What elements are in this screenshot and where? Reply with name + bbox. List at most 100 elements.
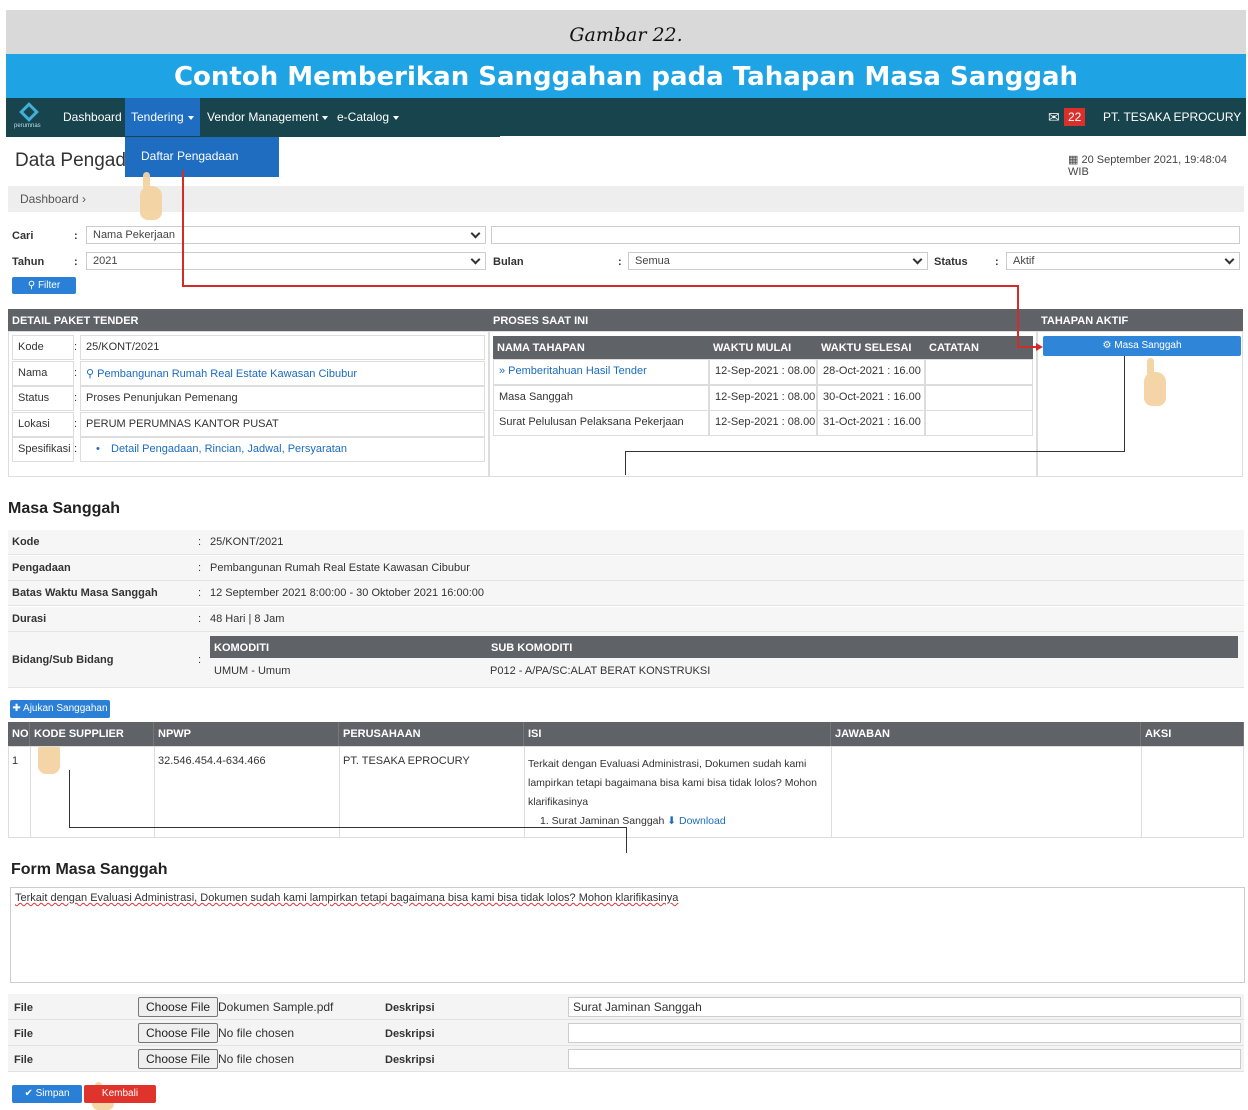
simpan-label: Simpan: [35, 1088, 70, 1099]
masa-value: Pembangunan Rumah Real Estate Kawasan Ci…: [210, 561, 470, 574]
colon: :: [198, 536, 202, 548]
tahun-select-value: 2021: [93, 255, 118, 267]
arrow-head-icon: [1036, 343, 1043, 351]
plus-icon: ✚: [12, 703, 24, 714]
detail-value[interactable]: • Detail Pengadaan, Rincian, Jadwal, Pers…: [80, 437, 485, 462]
masa-sanggah-row: Durasi:48 Hari | 8 Jam: [8, 606, 1244, 632]
file-label: File: [14, 1002, 33, 1014]
isi-line: Terkait dengan Evaluasi Administrasi, Do…: [528, 758, 807, 770]
nav-vendor-management[interactable]: Vendor Management: [207, 98, 329, 136]
user-company-menu[interactable]: PT. TESAKA EPROCURY: [1103, 98, 1241, 136]
choose-file-button[interactable]: Choose File: [138, 997, 219, 1017]
masa-sanggah-button[interactable]: ⚙ Masa Sanggah: [1043, 336, 1241, 356]
isi-line: lampirkan tetapi bagaimana bisa kami bis…: [528, 777, 817, 789]
mail-icon[interactable]: ✉: [1048, 98, 1060, 136]
top-navbar: perumnas Dashboard Tendering Vendor Mana…: [6, 98, 1246, 136]
check-icon: ✔: [24, 1088, 36, 1099]
pointer-hand-icon: [1144, 358, 1166, 406]
sanggah-col-header: KODE SUPPLIER: [30, 722, 154, 746]
textarea-value: Terkait dengan Evaluasi Administrasi, Do…: [15, 892, 679, 904]
perumnas-logo[interactable]: perumnas: [14, 102, 42, 130]
detail-value: 25/KONT/2021: [80, 335, 485, 360]
cari-text-input[interactable]: [491, 226, 1240, 244]
caret-down-icon: [393, 115, 400, 120]
search-icon: ⚲: [27, 280, 38, 291]
file-label: File: [14, 1028, 33, 1040]
colon: :: [74, 230, 78, 242]
colon: :: [198, 654, 202, 666]
nav-tendering-label: Tendering: [131, 110, 184, 124]
detail-key: Nama: [12, 360, 74, 386]
masa-key: Pengadaan: [12, 561, 71, 574]
detail-value-text: Pembangunan Rumah Real Estate Kawasan Ci…: [97, 367, 358, 380]
masa-value: 12 September 2021 8:00:00 - 30 Oktober 2…: [210, 587, 484, 599]
masa-sanggah-button-label: Masa Sanggah: [1114, 340, 1182, 351]
row-perusahaan: PT. TESAKA EPROCURY: [343, 755, 470, 767]
sanggah-col-header: ISI: [524, 722, 831, 746]
status-select[interactable]: Aktif: [1006, 252, 1240, 270]
cari-select[interactable]: Nama Pekerjaan: [86, 226, 486, 244]
proses-cell: Masa Sanggah: [493, 384, 709, 411]
simpan-button[interactable]: ✔ Simpan: [12, 1085, 82, 1103]
proses-col-header: WAKTU SELESAI: [817, 336, 925, 359]
deskripsi-label: Deskripsi: [385, 1028, 435, 1040]
nav-dashboard[interactable]: Dashboard: [63, 98, 122, 136]
proses-cell: [925, 410, 1033, 436]
nav-tendering[interactable]: Tendering: [125, 98, 200, 136]
detail-value[interactable]: ⚲ Pembangunan Rumah Real Estate Kawasan …: [80, 360, 485, 386]
file-name: No file chosen: [218, 1026, 295, 1040]
proses-cell[interactable]: » Pemberitahuan Hasil Tender: [493, 359, 709, 385]
colon: :: [618, 256, 622, 268]
sub-komoditi-header: SUB KOMODITI: [487, 636, 1238, 658]
file-name: Dokumen Sample.pdf: [218, 1000, 334, 1014]
breadcrumb[interactable]: Dashboard ›: [8, 186, 1244, 212]
sanggahan-textarea[interactable]: Terkait dengan Evaluasi Administrasi, Do…: [10, 887, 1245, 983]
status-select-value: Aktif: [1013, 255, 1035, 267]
proses-cell: 30-Oct-2021 : 16.00: [817, 384, 925, 411]
kembali-button[interactable]: Kembali: [84, 1085, 156, 1103]
tahun-select[interactable]: 2021: [86, 252, 486, 270]
colon: :: [198, 612, 202, 625]
proses-cell: [925, 384, 1033, 411]
deskripsi-input[interactable]: Surat Jaminan Sanggah: [568, 997, 1241, 1017]
nav-ecatalog[interactable]: e-Catalog: [337, 98, 400, 136]
bulan-select[interactable]: Semua: [628, 252, 928, 270]
tahapan-aktif-header: TAHAPAN AKTIF: [1037, 309, 1243, 331]
notification-badge[interactable]: 22: [1064, 108, 1086, 126]
search-icon: ⚲: [86, 367, 98, 380]
row-no: 1: [12, 755, 19, 767]
colon: :: [198, 587, 202, 599]
connector-line: [626, 827, 627, 853]
connector-line: [625, 451, 1125, 452]
deskripsi-input[interactable]: [568, 1049, 1241, 1069]
file-name: No file chosen: [218, 1052, 295, 1066]
detail-value-text: Proses Penunjukan Pemenang: [86, 392, 238, 404]
status-label: Status: [934, 256, 968, 268]
download-link[interactable]: ⬇ Download: [667, 815, 725, 827]
isi-line: klarifikasinya: [528, 796, 589, 808]
komoditi-header: KOMODITI: [210, 636, 487, 658]
proses-col-header: WAKTU MULAI: [709, 336, 817, 359]
masa-sanggah-row: Kode:25/KONT/2021: [8, 530, 1244, 555]
datetime-text: 20 September 2021, 19:48:04 WIB: [1068, 154, 1228, 178]
connector-line: [625, 451, 626, 475]
file-label: File: [14, 1054, 33, 1066]
detail-value-text: 25/KONT/2021: [86, 341, 160, 353]
filter-button-label: Filter: [37, 280, 61, 291]
detail-key: Status: [12, 386, 74, 411]
choose-file-button[interactable]: Choose File: [138, 1023, 219, 1043]
bulan-label: Bulan: [493, 256, 524, 268]
choose-file-button[interactable]: Choose File: [138, 1049, 219, 1069]
masa-key: Batas Waktu Masa Sanggah: [12, 587, 158, 599]
dropdown-item-daftar-pengadaan[interactable]: Daftar Pengadaan: [125, 137, 279, 177]
cari-label: Cari: [12, 230, 34, 242]
nav-ecatalog-label: e-Catalog: [337, 110, 390, 124]
ajukan-sanggahan-button[interactable]: ✚ Ajukan Sanggahan: [10, 700, 110, 718]
chevron-down-icon: [1224, 254, 1235, 265]
ajukan-sanggahan-label: Ajukan Sanggahan: [23, 703, 108, 714]
row-npwp: 32.546.454.4-634.466: [158, 755, 266, 767]
chevron-down-icon: [912, 254, 923, 265]
filter-button[interactable]: ⚲ Filter: [12, 277, 76, 294]
deskripsi-input[interactable]: [568, 1023, 1241, 1043]
sanggah-col-header: JAWABAN: [831, 722, 1141, 746]
